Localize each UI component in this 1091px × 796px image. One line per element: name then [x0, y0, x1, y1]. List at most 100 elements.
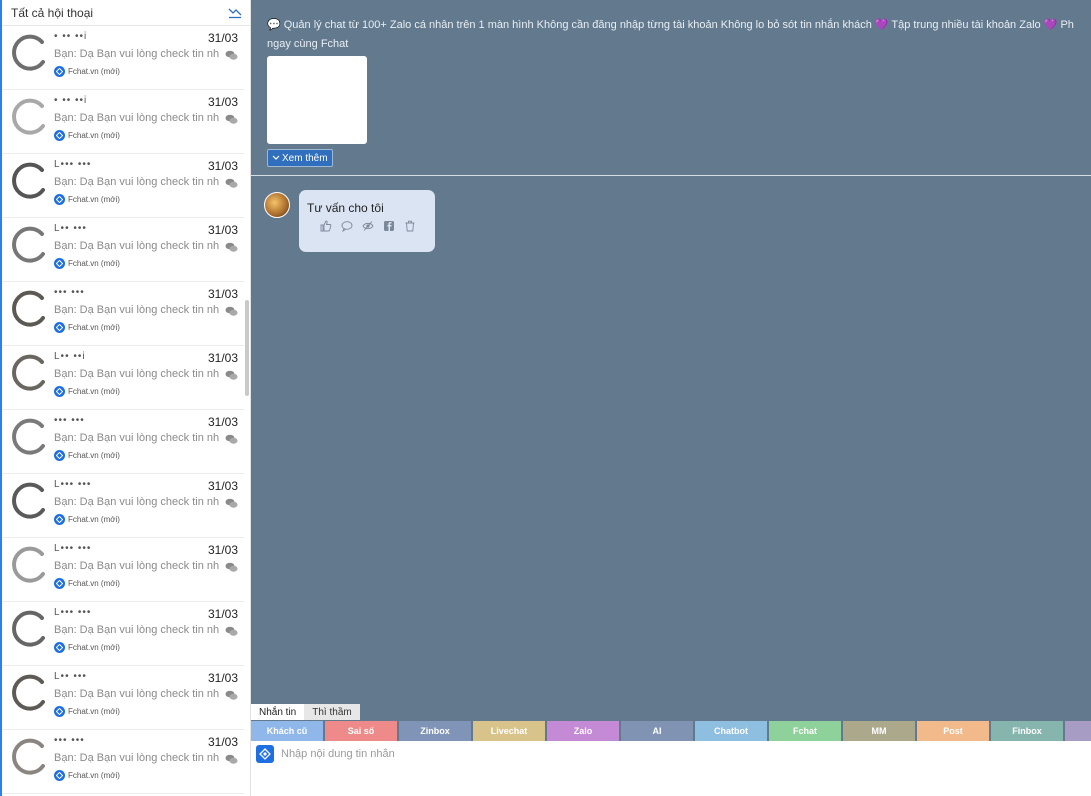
fchat-icon	[54, 450, 65, 461]
filter-icon[interactable]	[228, 7, 242, 19]
source-label: Fchat.vn (mới)	[68, 451, 120, 460]
chat-bubble-icon	[225, 754, 238, 765]
tag-button[interactable]: Khách cũ	[251, 721, 323, 741]
conversation-item[interactable]: L••• ••• 31/03 Bạn: Dạ Bạn vui lòng check …	[2, 602, 244, 666]
tab-thi-tham[interactable]: Thì thầm	[304, 704, 360, 720]
fchat-icon	[54, 386, 65, 397]
conversation-name: • •• ••i	[54, 31, 88, 42]
banner-text: 💬 Quản lý chat từ 100+ Zalo cá nhân trên…	[267, 16, 1091, 54]
conversation-name: ••• •••	[54, 415, 85, 426]
source-label: Fchat.vn (mới)	[68, 259, 120, 268]
tag-button[interactable]: Chu	[1065, 721, 1091, 741]
conversation-name: ••• •••	[54, 735, 85, 746]
conversation-item[interactable]: ••• ••• 31/03 Bạn: Dạ Bạn vui lòng check t…	[2, 730, 244, 794]
conversation-preview: Bạn: Dạ Bạn vui lòng check tin nhắn...	[54, 496, 219, 508]
tag-button[interactable]: Fchat	[769, 721, 841, 741]
chat-bubble-icon	[225, 690, 238, 701]
avatar	[9, 416, 49, 456]
conversation-preview: Bạn: Dạ Bạn vui lòng check tin nhắn...	[54, 176, 219, 188]
facebook-icon[interactable]	[383, 220, 395, 232]
conversation-item[interactable]: • •• ••i 31/03 Bạn: Dạ Bạn vui lòng check …	[2, 26, 244, 90]
fchat-icon	[54, 194, 65, 205]
source-label: Fchat.vn (mới)	[68, 67, 120, 76]
source-label: Fchat.vn (mới)	[68, 579, 120, 588]
conversation-date: 31/03	[207, 415, 238, 429]
tag-button[interactable]: MM	[843, 721, 915, 741]
composer	[251, 741, 1091, 796]
avatar	[9, 224, 49, 264]
conversation-name: L•• ••i	[54, 351, 86, 362]
conversation-date: 31/03	[207, 671, 238, 685]
tag-button[interactable]: Livechat	[473, 721, 545, 741]
chat-bubble-icon	[225, 306, 238, 317]
chat-panel: 💬 Quản lý chat từ 100+ Zalo cá nhân trên…	[251, 0, 1091, 796]
sidebar-scrollbar[interactable]	[245, 300, 249, 396]
conversation-name: L••• •••	[54, 607, 92, 618]
tag-button[interactable]: AI	[621, 721, 693, 741]
avatar	[9, 352, 49, 392]
tag-button[interactable]: Post	[917, 721, 989, 741]
tag-button[interactable]: Sai số	[325, 721, 397, 741]
message-bubble: Tư vấn cho tôi	[299, 190, 435, 252]
see-more-button[interactable]: Xem thêm	[267, 149, 333, 167]
conversation-item[interactable]: L••• ••• 31/03 Bạn: Dạ Bạn vui lòng check …	[2, 538, 244, 602]
conversation-preview: Bạn: Dạ Bạn vui lòng check tin nhắn...	[54, 624, 219, 636]
like-icon[interactable]	[320, 220, 332, 232]
conversation-date: 31/03	[207, 159, 238, 173]
conversation-source: Fchat.vn (mới)	[54, 386, 120, 397]
conversation-date: 31/03	[207, 95, 238, 109]
conversation-source: Fchat.vn (mới)	[54, 770, 120, 781]
conversation-name: • •• ••i	[54, 95, 88, 106]
chat-bubble-icon	[225, 178, 238, 189]
avatar	[9, 288, 49, 328]
chat-bubble-icon	[225, 50, 238, 61]
avatar	[9, 96, 49, 136]
tag-button[interactable]: Finbox	[991, 721, 1063, 741]
fchat-icon[interactable]	[256, 745, 274, 763]
conversation-name: L••• •••	[54, 543, 92, 554]
message-input[interactable]	[281, 745, 1061, 763]
conversation-source: Fchat.vn (mới)	[54, 66, 120, 77]
conversation-preview: Bạn: Dạ Bạn vui lòng check tin nhắn...	[54, 304, 219, 316]
conversation-item[interactable]: L••• ••• 31/03 Bạn: Dạ Bạn vui lòng check …	[2, 474, 244, 538]
conversation-item[interactable]: L•• ••• 31/03 Bạn: Dạ Bạn vui lòng check t…	[2, 666, 244, 730]
comment-icon[interactable]	[341, 220, 353, 233]
trash-icon[interactable]	[404, 220, 416, 232]
source-label: Fchat.vn (mới)	[68, 515, 120, 524]
tag-button[interactable]: Zinbox	[399, 721, 471, 741]
chat-bubble-icon	[225, 626, 238, 637]
conversation-item[interactable]: ••• ••• 31/03 Bạn: Dạ Bạn vui lòng check t…	[2, 410, 244, 474]
conversation-item[interactable]: L•• ••i 31/03 Bạn: Dạ Bạn vui lòng check t…	[2, 346, 244, 410]
fchat-icon	[54, 706, 65, 717]
source-label: Fchat.vn (mới)	[68, 323, 120, 332]
hide-icon[interactable]	[362, 220, 374, 232]
message-actions	[320, 220, 416, 233]
conversation-list: • •• ••i 31/03 Bạn: Dạ Bạn vui lòng check …	[2, 26, 244, 794]
conversation-preview: Bạn: Dạ Bạn vui lòng check tin nhắn...	[54, 240, 219, 252]
conversation-date: 31/03	[207, 479, 238, 493]
conversation-preview: Bạn: Dạ Bạn vui lòng check tin nhắn...	[54, 48, 219, 60]
see-more-label: Xem thêm	[282, 152, 328, 164]
conversation-item[interactable]: L•• ••• 31/03 Bạn: Dạ Bạn vui lòng check t…	[2, 218, 244, 282]
banner-line-2: ngay cùng Fchat	[267, 38, 349, 50]
tag-button[interactable]: Chatbot	[695, 721, 767, 741]
conversation-source: Fchat.vn (mới)	[54, 194, 120, 205]
fchat-icon	[54, 130, 65, 141]
tag-button[interactable]: Zalo	[547, 721, 619, 741]
fchat-icon	[54, 642, 65, 653]
conversation-date: 31/03	[207, 31, 238, 45]
conversation-item[interactable]: • •• ••i 31/03 Bạn: Dạ Bạn vui lòng check …	[2, 90, 244, 154]
conversation-name: L•• •••	[54, 671, 87, 682]
conversation-item[interactable]: ••• ••• 31/03 Bạn: Dạ Bạn vui lòng check t…	[2, 282, 244, 346]
tab-nhan-tin[interactable]: Nhắn tin	[251, 704, 305, 720]
banner-image	[267, 56, 367, 144]
avatar	[9, 480, 49, 520]
conversation-name: L••• •••	[54, 159, 92, 170]
avatar	[9, 736, 49, 776]
conversation-name: L•• •••	[54, 223, 87, 234]
conversation-source: Fchat.vn (mới)	[54, 322, 120, 333]
chat-bubble-icon	[225, 370, 238, 381]
fchat-icon	[54, 258, 65, 269]
conversation-date: 31/03	[207, 351, 238, 365]
conversation-item[interactable]: L••• ••• 31/03 Bạn: Dạ Bạn vui lòng check …	[2, 154, 244, 218]
